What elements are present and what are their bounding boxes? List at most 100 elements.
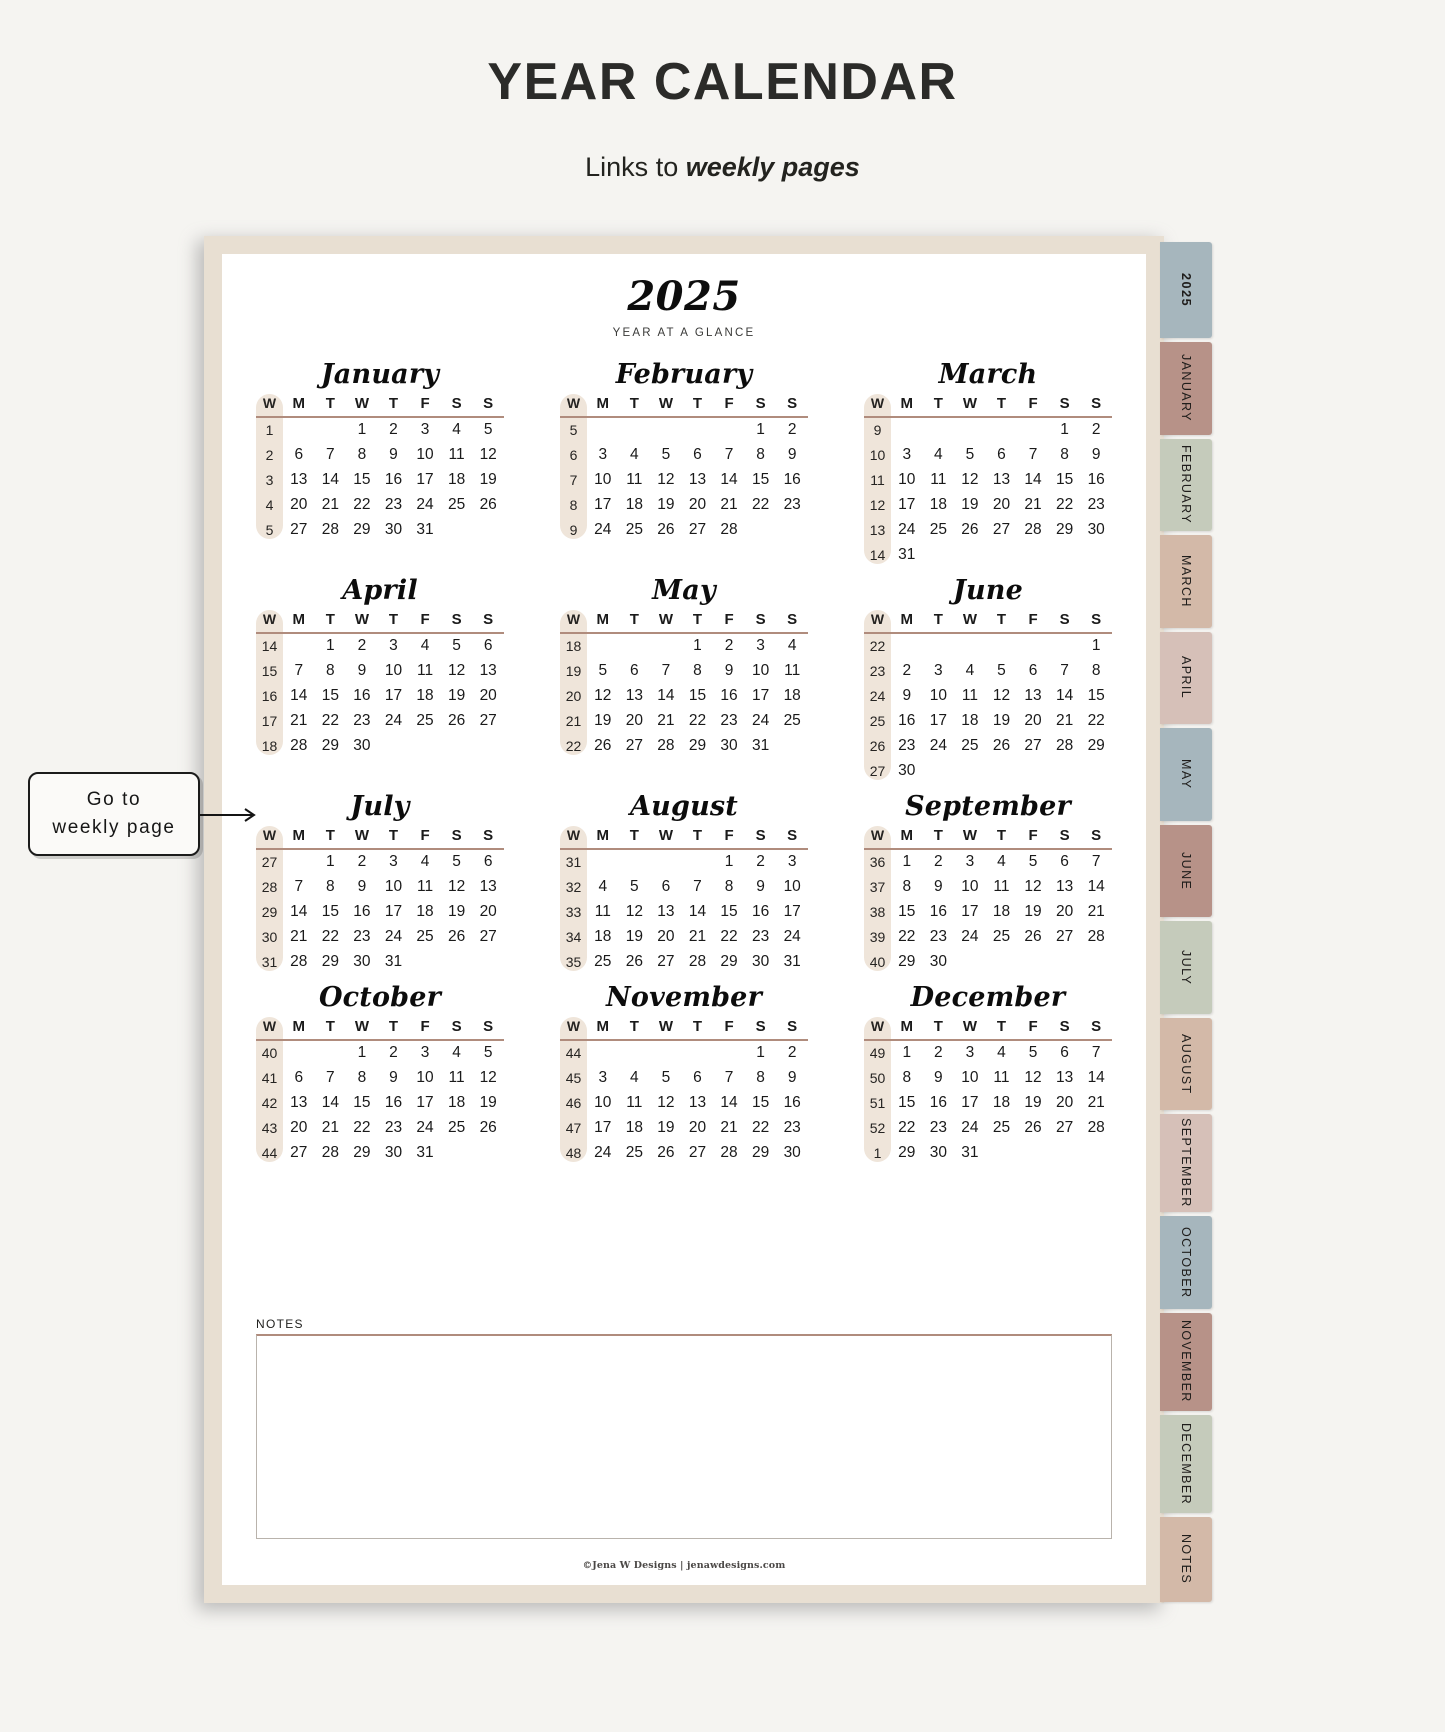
day-cell[interactable]: 27 — [472, 708, 504, 733]
day-cell[interactable]: 15 — [1049, 467, 1081, 492]
notes-input-area[interactable] — [256, 1334, 1112, 1539]
week-number-cell[interactable]: 41 — [256, 1065, 283, 1090]
day-cell[interactable]: 6 — [986, 442, 1018, 467]
day-cell[interactable]: 6 — [283, 1065, 315, 1090]
side-tab-september[interactable]: SEPTEMBER — [1160, 1114, 1212, 1213]
day-cell[interactable]: 13 — [650, 899, 682, 924]
day-cell[interactable]: 29 — [346, 1140, 378, 1165]
day-cell[interactable]: 12 — [954, 467, 986, 492]
day-cell[interactable]: 26 — [650, 1140, 682, 1165]
day-cell[interactable]: 10 — [923, 683, 955, 708]
day-cell[interactable]: 29 — [1080, 733, 1112, 758]
day-cell[interactable]: 16 — [776, 1090, 808, 1115]
day-cell[interactable]: 15 — [1080, 683, 1112, 708]
day-cell[interactable]: 13 — [1049, 874, 1081, 899]
week-number-cell[interactable]: 33 — [560, 899, 587, 924]
day-cell[interactable]: 20 — [619, 708, 651, 733]
day-cell[interactable]: 31 — [409, 1140, 441, 1165]
day-cell[interactable]: 5 — [650, 1065, 682, 1090]
day-cell[interactable]: 19 — [472, 1090, 504, 1115]
day-cell[interactable]: 4 — [986, 849, 1018, 874]
week-number-cell[interactable]: 5 — [256, 517, 283, 542]
day-cell[interactable]: 20 — [1017, 708, 1049, 733]
day-cell[interactable]: 10 — [378, 874, 410, 899]
week-number-cell[interactable]: 38 — [864, 899, 891, 924]
day-cell[interactable]: 5 — [1017, 849, 1049, 874]
day-cell[interactable]: 29 — [713, 949, 745, 974]
week-number-cell[interactable]: 37 — [864, 874, 891, 899]
day-cell[interactable]: 28 — [713, 517, 745, 542]
week-number-cell[interactable]: 22 — [864, 633, 891, 658]
day-cell[interactable]: 21 — [713, 1115, 745, 1140]
day-cell[interactable]: 24 — [587, 1140, 619, 1165]
day-cell[interactable]: 24 — [378, 708, 410, 733]
day-cell[interactable]: 18 — [441, 467, 473, 492]
day-cell[interactable]: 3 — [776, 849, 808, 874]
week-number-cell[interactable]: 2 — [256, 442, 283, 467]
day-cell[interactable]: 17 — [587, 1115, 619, 1140]
day-cell[interactable]: 5 — [619, 874, 651, 899]
day-cell[interactable]: 26 — [472, 492, 504, 517]
day-cell[interactable]: 22 — [346, 492, 378, 517]
day-cell[interactable]: 28 — [1080, 924, 1112, 949]
day-cell[interactable]: 23 — [713, 708, 745, 733]
day-cell[interactable]: 19 — [441, 683, 473, 708]
month-title[interactable]: December — [864, 982, 1112, 1013]
day-cell[interactable]: 23 — [923, 924, 955, 949]
day-cell[interactable]: 19 — [1017, 899, 1049, 924]
day-cell[interactable]: 10 — [587, 1090, 619, 1115]
day-cell[interactable]: 20 — [472, 683, 504, 708]
week-number-cell[interactable]: 19 — [560, 658, 587, 683]
day-cell[interactable]: 23 — [378, 1115, 410, 1140]
day-cell[interactable]: 25 — [619, 517, 651, 542]
day-cell[interactable]: 7 — [1017, 442, 1049, 467]
day-cell[interactable]: 30 — [891, 758, 923, 783]
day-cell[interactable]: 16 — [378, 467, 410, 492]
day-cell[interactable]: 9 — [713, 658, 745, 683]
side-tab-october[interactable]: OCTOBER — [1160, 1216, 1212, 1309]
day-cell[interactable]: 21 — [283, 924, 315, 949]
day-cell[interactable]: 3 — [891, 442, 923, 467]
day-cell[interactable]: 25 — [954, 733, 986, 758]
day-cell[interactable]: 18 — [441, 1090, 473, 1115]
day-cell[interactable]: 30 — [923, 949, 955, 974]
day-cell[interactable]: 19 — [986, 708, 1018, 733]
day-cell[interactable]: 13 — [682, 467, 714, 492]
day-cell[interactable]: 12 — [1017, 874, 1049, 899]
week-number-cell[interactable]: 18 — [256, 733, 283, 758]
day-cell[interactable]: 22 — [891, 1115, 923, 1140]
day-cell[interactable]: 11 — [776, 658, 808, 683]
day-cell[interactable]: 23 — [346, 708, 378, 733]
day-cell[interactable]: 16 — [745, 899, 777, 924]
day-cell[interactable]: 30 — [713, 733, 745, 758]
day-cell[interactable]: 7 — [713, 442, 745, 467]
day-cell[interactable]: 25 — [923, 517, 955, 542]
side-tab-april[interactable]: APRIL — [1160, 631, 1212, 725]
day-cell[interactable]: 14 — [315, 1090, 347, 1115]
day-cell[interactable]: 14 — [315, 467, 347, 492]
day-cell[interactable]: 8 — [1049, 442, 1081, 467]
day-cell[interactable]: 12 — [650, 1090, 682, 1115]
day-cell[interactable]: 25 — [986, 924, 1018, 949]
day-cell[interactable]: 18 — [986, 1090, 1018, 1115]
day-cell[interactable]: 9 — [891, 683, 923, 708]
day-cell[interactable]: 10 — [378, 658, 410, 683]
day-cell[interactable]: 24 — [587, 517, 619, 542]
day-cell[interactable]: 6 — [283, 442, 315, 467]
day-cell[interactable]: 4 — [587, 874, 619, 899]
day-cell[interactable]: 28 — [1049, 733, 1081, 758]
day-cell[interactable]: 9 — [776, 442, 808, 467]
day-cell[interactable]: 8 — [713, 874, 745, 899]
day-cell[interactable]: 13 — [472, 658, 504, 683]
day-cell[interactable]: 22 — [1080, 708, 1112, 733]
day-cell[interactable]: 15 — [682, 683, 714, 708]
day-cell[interactable]: 27 — [1049, 924, 1081, 949]
day-cell[interactable]: 1 — [891, 1040, 923, 1065]
day-cell[interactable]: 2 — [776, 1040, 808, 1065]
day-cell[interactable]: 30 — [378, 1140, 410, 1165]
day-cell[interactable]: 10 — [954, 1065, 986, 1090]
day-cell[interactable]: 27 — [682, 517, 714, 542]
day-cell[interactable]: 13 — [619, 683, 651, 708]
day-cell[interactable]: 2 — [713, 633, 745, 658]
day-cell[interactable]: 11 — [409, 874, 441, 899]
